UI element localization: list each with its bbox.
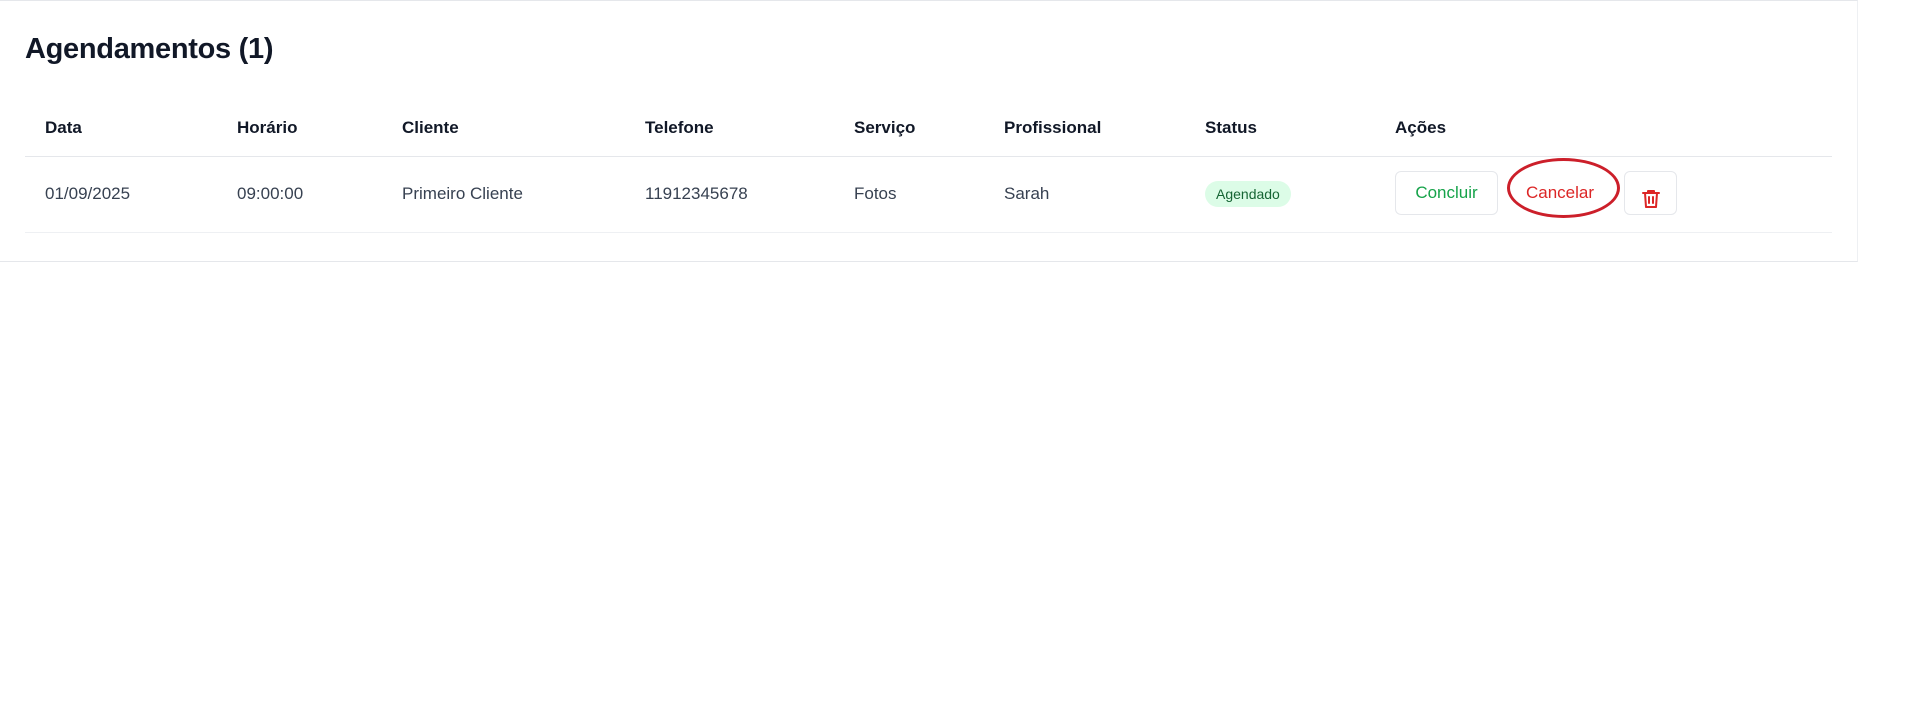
- appointments-table: Data Horário Cliente Telefone Serviço Pr…: [25, 108, 1832, 233]
- header-acoes: Ações: [1395, 118, 1447, 137]
- cell-horario: 09:00:00: [237, 184, 304, 203]
- trash-icon: [1641, 189, 1660, 208]
- header-status: Status: [1205, 118, 1257, 137]
- page-title: Agendamentos (1): [25, 33, 274, 65]
- cancel-button[interactable]: Cancelar: [1507, 171, 1613, 215]
- appointments-card: Agendamentos (1) Data Horário Cliente Te…: [0, 0, 1858, 262]
- cell-servico: Fotos: [854, 184, 897, 203]
- table-row: 01/09/2025 09:00:00 Primeiro Cliente 119…: [25, 157, 1832, 233]
- cell-cliente: Primeiro Cliente: [402, 184, 523, 203]
- cell-profissional: Sarah: [1004, 184, 1050, 203]
- complete-button[interactable]: Concluir: [1395, 171, 1498, 215]
- table-header: Data Horário Cliente Telefone Serviço Pr…: [25, 108, 1832, 157]
- header-profissional: Profissional: [1004, 118, 1102, 137]
- header-telefone: Telefone: [645, 118, 714, 137]
- cell-data: 01/09/2025: [45, 184, 131, 203]
- delete-button[interactable]: [1624, 171, 1677, 215]
- cell-telefone: 11912345678: [645, 184, 748, 203]
- header-horario: Horário: [237, 118, 298, 137]
- header-servico: Serviço: [854, 118, 916, 137]
- header-cliente: Cliente: [402, 118, 459, 137]
- status-badge: Agendado: [1205, 181, 1291, 207]
- header-data: Data: [45, 118, 82, 137]
